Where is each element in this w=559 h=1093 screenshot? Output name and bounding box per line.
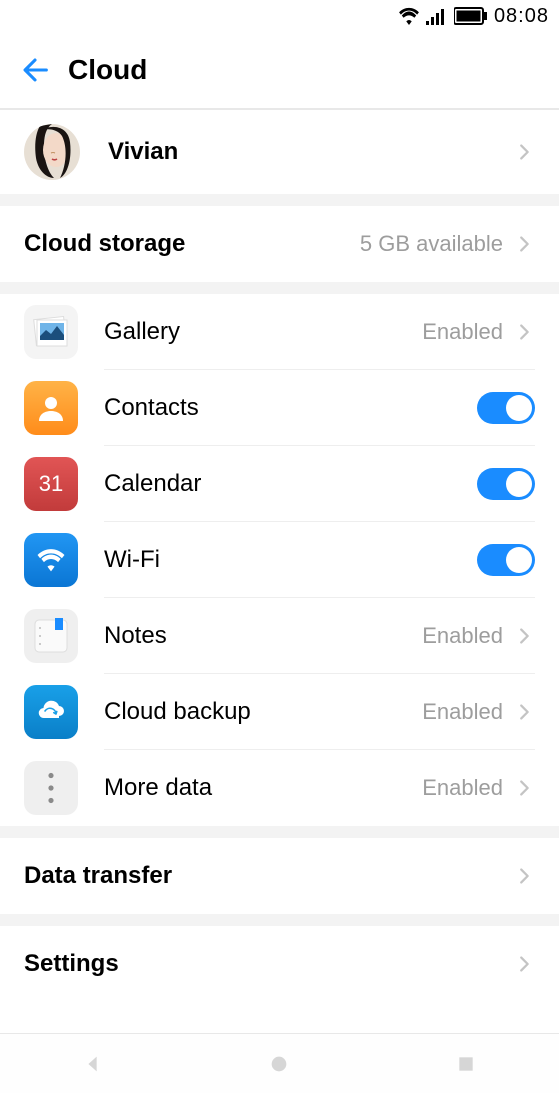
service-contacts: Contacts	[0, 370, 559, 446]
back-button[interactable]	[10, 45, 60, 95]
service-label: Calendar	[104, 470, 477, 498]
cloud-storage-label: Cloud storage	[24, 230, 360, 258]
services-list: Gallery Enabled Contacts 31 Calendar	[0, 294, 559, 826]
wifi-toggle[interactable]	[477, 544, 535, 576]
service-label: Gallery	[104, 318, 422, 346]
chevron-right-icon	[513, 865, 535, 887]
wifi-icon	[398, 7, 420, 25]
signal-icon	[426, 7, 448, 25]
page-title: Cloud	[68, 54, 147, 86]
service-status: Enabled	[422, 775, 503, 801]
cloud-storage-value: 5 GB available	[360, 231, 503, 257]
settings-label: Settings	[24, 950, 513, 978]
system-navbar	[0, 1033, 559, 1093]
chevron-right-icon	[513, 625, 535, 647]
settings-row[interactable]: Settings	[0, 926, 559, 1002]
notes-icon	[24, 609, 78, 663]
service-notes[interactable]: Notes Enabled	[0, 598, 559, 674]
nav-home-button[interactable]	[259, 1044, 299, 1084]
chevron-right-icon	[513, 233, 535, 255]
data-transfer-row[interactable]: Data transfer	[0, 838, 559, 914]
service-status: Enabled	[422, 623, 503, 649]
cloud-backup-icon	[24, 685, 78, 739]
nav-recent-button[interactable]	[446, 1044, 486, 1084]
service-wifi: Wi-Fi	[0, 522, 559, 598]
data-transfer-label: Data transfer	[24, 862, 513, 890]
service-label: More data	[104, 774, 422, 802]
wifi-icon	[24, 533, 78, 587]
status-time: 08:08	[494, 5, 549, 28]
battery-icon	[454, 7, 488, 25]
chevron-right-icon	[513, 953, 535, 975]
service-label: Notes	[104, 622, 422, 650]
profile-name: Vivian	[108, 138, 513, 166]
service-more-data[interactable]: More data Enabled	[0, 750, 559, 826]
cloud-storage-row[interactable]: Cloud storage 5 GB available	[0, 206, 559, 282]
service-status: Enabled	[422, 319, 503, 345]
service-cloud-backup[interactable]: Cloud backup Enabled	[0, 674, 559, 750]
service-status: Enabled	[422, 699, 503, 725]
calendar-icon: 31	[24, 457, 78, 511]
chevron-right-icon	[513, 701, 535, 723]
service-calendar: 31 Calendar	[0, 446, 559, 522]
service-label: Wi-Fi	[104, 546, 477, 574]
service-label: Cloud backup	[104, 698, 422, 726]
profile-row[interactable]: Vivian	[0, 110, 559, 194]
service-label: Contacts	[104, 394, 477, 422]
app-header: Cloud	[0, 32, 559, 110]
calendar-toggle[interactable]	[477, 468, 535, 500]
more-icon	[24, 761, 78, 815]
chevron-right-icon	[513, 141, 535, 163]
chevron-right-icon	[513, 777, 535, 799]
nav-back-button[interactable]	[73, 1044, 113, 1084]
status-bar: 08:08	[0, 0, 559, 32]
service-gallery[interactable]: Gallery Enabled	[0, 294, 559, 370]
chevron-right-icon	[513, 321, 535, 343]
avatar	[24, 124, 80, 180]
contacts-icon	[24, 381, 78, 435]
contacts-toggle[interactable]	[477, 392, 535, 424]
gallery-icon	[24, 305, 78, 359]
